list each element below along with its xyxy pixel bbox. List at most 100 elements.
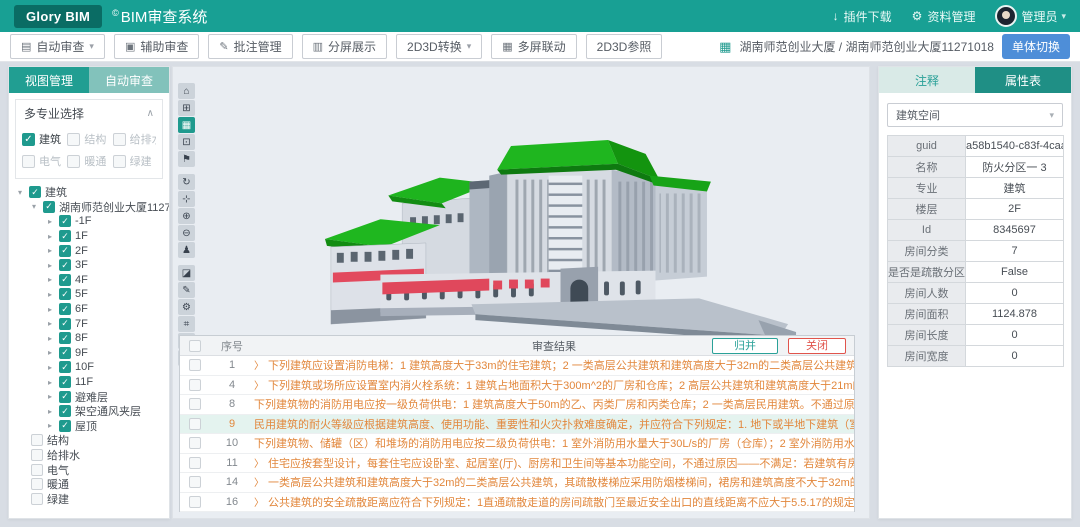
row-checkbox[interactable] <box>180 457 210 469</box>
toolbar-button-annotation-manage[interactable]: ✎批注管理 <box>208 34 292 59</box>
tree-discipline-item[interactable]: 结构 <box>9 433 169 448</box>
checkbox-icon <box>189 457 201 469</box>
result-row[interactable]: 4〉下列建筑或场所应设置室内消火栓系统：1 建筑占地面积大于300m^2的厂房和… <box>180 376 854 396</box>
tree-discipline-item[interactable]: 暖通 <box>9 477 169 492</box>
single-switch-button[interactable]: 单体切换 <box>1002 34 1070 59</box>
home-icon[interactable]: ⌂ <box>178 83 195 99</box>
header-checkbox[interactable] <box>180 340 210 352</box>
model-tree-icon[interactable]: ⌗ <box>178 316 195 332</box>
tree-floor-item[interactable]: ▸✓8F <box>9 331 169 346</box>
row-checkbox[interactable] <box>180 398 210 410</box>
toolbar-button-split-screen[interactable]: ▥分屏展示 <box>302 34 387 59</box>
tree-discipline-item[interactable]: 电气 <box>9 462 169 477</box>
tree-floor-item[interactable]: ▸✓1F <box>9 229 169 244</box>
tree-floor-item[interactable]: ▸✓10F <box>9 360 169 375</box>
tree-project-node[interactable]: ▾✓湖南师范创业大厦11271018_c5 <box>9 200 169 215</box>
tree-floor-item[interactable]: ▸✓7F <box>9 316 169 331</box>
result-row[interactable]: 11〉住宅应按套型设计，每套住宅应设卧室、起居室(厅)、厨房和卫生间等基本功能空… <box>180 454 854 474</box>
building-model[interactable] <box>323 122 798 354</box>
copyright-mark: © <box>112 8 119 18</box>
merge-button[interactable]: 归并 <box>712 338 778 354</box>
tab-annotation[interactable]: 注释 <box>879 67 975 93</box>
tree-discipline-item[interactable]: 绿建 <box>9 491 169 506</box>
toolbar-button-reference-2d3d[interactable]: 2D3D参照 <box>586 34 663 59</box>
close-button[interactable]: 关闭 <box>788 338 846 354</box>
toolbar-button-label: 分屏展示 <box>328 38 376 55</box>
header-link-plugin-download[interactable]: ↓插件下载 <box>833 8 892 25</box>
toolbar-button-label: 辅助审查 <box>140 38 188 55</box>
bim-review-app: Glory BIM ©BIM审查系统 ↓插件下载⚙资料管理 管理员 ▾ ▤自动审… <box>0 0 1080 527</box>
tree-floor-item[interactable]: ▸✓2F <box>9 243 169 258</box>
discipline-checkbox-建筑[interactable]: ✓建筑 <box>22 131 65 147</box>
tree-floor-item[interactable]: ▸✓屋顶 <box>9 419 169 434</box>
result-row[interactable]: 16〉公共建筑的安全疏散距离应符合下列规定：1直通疏散走道的房间疏散门至最近安全… <box>180 493 854 513</box>
checkbox-icon: ✓ <box>59 288 71 300</box>
result-row[interactable]: 8下列建筑物的消防用电应按一级负荷供电：1 建筑高度大于50m的乙、丙类厂房和丙… <box>180 395 854 415</box>
zoom-out-icon[interactable]: ⊖ <box>178 225 195 241</box>
checkbox-icon <box>31 449 43 461</box>
toolbar-button-multi-screen-link[interactable]: ▦多屏联动 <box>491 34 576 59</box>
tab-property-table[interactable]: 属性表 <box>975 67 1071 93</box>
property-value: a58b1540-c83f-4caa-b3b1-2a8dba... <box>966 136 1064 157</box>
row-checkbox[interactable] <box>180 476 210 488</box>
result-row[interactable]: 10下列建筑物、储罐（区）和堆场的消防用电应按二级负荷供电：1 室外消防用水量大… <box>180 434 854 454</box>
row-checkbox[interactable] <box>180 379 210 391</box>
settings-icon[interactable]: ⚙ <box>178 299 195 315</box>
header-link-data-manage[interactable]: ⚙资料管理 <box>912 8 976 25</box>
category-dropdown[interactable]: 建筑空间 ▾ <box>887 103 1063 127</box>
property-key: guid <box>888 136 966 157</box>
property-key: 名称 <box>888 157 966 178</box>
tree-floor-item[interactable]: ▸✓9F <box>9 346 169 361</box>
view-cube-icon[interactable]: ⊞ <box>178 100 195 116</box>
toolbar-button-assist-review[interactable]: ▣辅助审查 <box>114 34 199 59</box>
tree-floor-item[interactable]: ▸✓11F <box>9 375 169 390</box>
collapse-icon[interactable]: ∧ <box>147 108 154 119</box>
measure-icon[interactable]: ✎ <box>178 282 195 298</box>
orbit-icon[interactable]: ↻ <box>178 174 195 190</box>
discipline-checkbox-暖通[interactable]: 暖通 <box>67 153 110 169</box>
fly-mode-icon[interactable]: ⚑ <box>178 151 195 167</box>
row-checkbox[interactable] <box>180 418 210 430</box>
toolbar-button-auto-review[interactable]: ▤自动审查▾ <box>10 34 105 59</box>
tree-floor-item[interactable]: ▸✓5F <box>9 287 169 302</box>
row-checkbox[interactable] <box>180 437 210 449</box>
tree-closed-icon: ▸ <box>45 334 55 343</box>
tree-root-building[interactable]: ▾✓建筑 <box>9 185 169 200</box>
tree-floor-item[interactable]: ▸✓6F <box>9 302 169 317</box>
multi-discipline-header[interactable]: 多专业选择 ∧ <box>16 100 162 125</box>
toolbar-button-convert-2d3d[interactable]: 2D3D转换▾ <box>396 34 482 59</box>
checkbox-icon: ✓ <box>59 215 71 227</box>
avatar[interactable] <box>995 5 1017 27</box>
zoom-in-icon[interactable]: ⊕ <box>178 208 195 224</box>
app-header: Glory BIM ©BIM审查系统 ↓插件下载⚙资料管理 管理员 ▾ <box>0 0 1080 32</box>
discipline-checkbox-绿建[interactable]: 绿建 <box>113 153 156 169</box>
property-value: 2F <box>966 199 1064 220</box>
header-links: ↓插件下载 ⚙资料管理 <box>833 8 976 25</box>
row-checkbox[interactable] <box>180 496 210 508</box>
tab-auto-review[interactable]: 自动审查 <box>89 67 169 93</box>
pan-icon[interactable]: ⊹ <box>178 191 195 207</box>
user-name: 管理员 <box>1021 8 1057 25</box>
tab-view-manage[interactable]: 视图管理 <box>9 67 89 93</box>
toolbar-button-label: 2D3D参照 <box>597 38 652 55</box>
viewer-3d[interactable]: ⌂⊞▦⊡⚑↻⊹⊕⊖♟◪✎⚙⌗▤▢ <box>172 66 870 519</box>
tree-discipline-item[interactable]: 给排水 <box>9 448 169 463</box>
tree-floor-item[interactable]: ▸✓避难层 <box>9 389 169 404</box>
tree-floor-item[interactable]: ▸✓4F <box>9 273 169 288</box>
tree-floor-item[interactable]: ▸✓3F <box>9 258 169 273</box>
discipline-checkbox-给排水[interactable]: 给排水 <box>113 131 156 147</box>
fit-view-icon[interactable]: ⊡ <box>178 134 195 150</box>
discipline-checkbox-结构[interactable]: 结构 <box>67 131 110 147</box>
result-row[interactable]: 1〉下列建筑应设置消防电梯：1 建筑高度大于33m的住宅建筑；2 一类高层公共建… <box>180 356 854 376</box>
user-menu[interactable]: 管理员 ▾ <box>995 5 1066 27</box>
result-row[interactable]: 9民用建筑的耐火等级应根据建筑高度、使用功能、重要性和火灾扑救难度确定，并应符合… <box>180 415 854 435</box>
expand-arrow-icon: 〉 <box>254 498 264 509</box>
row-checkbox[interactable] <box>180 359 210 371</box>
result-row[interactable]: 14〉一类高层公共建筑和建筑高度大于32m的二类高层公共建筑，其疏散楼梯应采用防… <box>180 473 854 493</box>
discipline-checkbox-电气[interactable]: 电气 <box>22 153 65 169</box>
tree-floor-item[interactable]: ▸✓架空通风夹层 <box>9 404 169 419</box>
section-icon[interactable]: ◪ <box>178 265 195 281</box>
tree-floor-item[interactable]: ▸✓-1F <box>9 214 169 229</box>
grid-view-icon[interactable]: ▦ <box>178 117 195 133</box>
walk-icon[interactable]: ♟ <box>178 242 195 258</box>
